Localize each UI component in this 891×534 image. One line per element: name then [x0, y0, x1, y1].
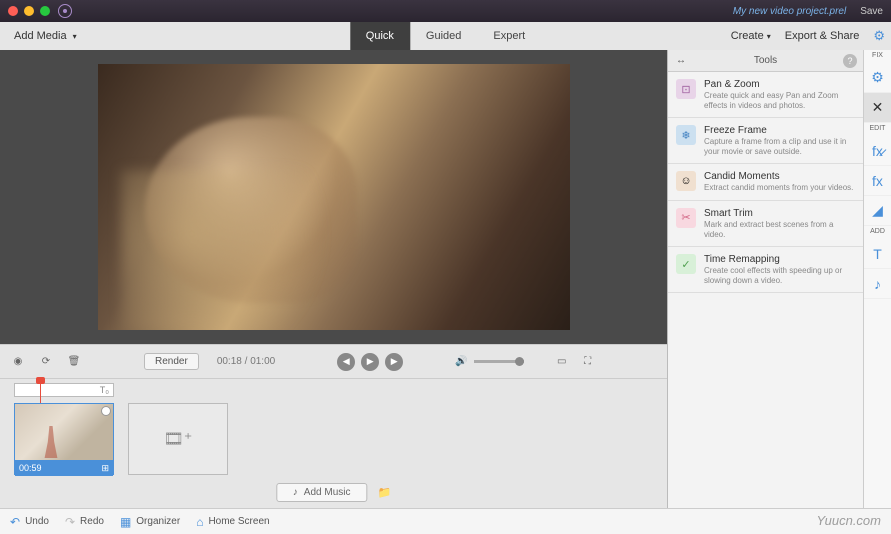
- rtab-tools-icon[interactable]: ✕: [864, 93, 891, 123]
- titlebar: My new video project.prel Save: [0, 0, 891, 22]
- undo-icon: ↶: [10, 515, 20, 529]
- camera-icon[interactable]: ◉: [10, 354, 26, 370]
- clip-duration: 00:59: [19, 463, 42, 473]
- panel-title: Tools: [754, 55, 777, 66]
- time-remapping-icon: ✓: [676, 254, 696, 274]
- home-label: Home Screen: [208, 516, 269, 527]
- timeline-clip[interactable]: 00:59 ⊞: [14, 403, 114, 475]
- transport-controls: ◀ ▶ ▶: [337, 353, 403, 371]
- tool-smart-trim[interactable]: ✂ Smart Trim Mark and extract best scene…: [668, 201, 863, 247]
- video-preview[interactable]: [98, 64, 570, 330]
- candid-moments-icon: ☺: [676, 171, 696, 191]
- export-share-button[interactable]: Export & Share: [785, 30, 860, 42]
- project-name[interactable]: My new video project.prel: [733, 6, 846, 17]
- collapse-panel-icon[interactable]: ↔: [676, 55, 686, 66]
- tab-guided[interactable]: Guided: [410, 22, 477, 50]
- volume-slider[interactable]: [474, 360, 524, 363]
- rtab-fx-icon[interactable]: fx: [864, 166, 891, 196]
- home-icon: ⌂: [196, 515, 203, 529]
- volume-control: 🔊: [455, 356, 523, 367]
- music-note-icon: ♪: [293, 487, 298, 498]
- create-button[interactable]: Create: [731, 30, 771, 42]
- organizer-label: Organizer: [136, 516, 180, 527]
- tab-quick[interactable]: Quick: [350, 22, 410, 50]
- clip-thumbnail: [15, 404, 113, 460]
- add-media-label: Add Media: [14, 30, 67, 42]
- trash-icon[interactable]: 🗑: [66, 354, 82, 370]
- create-label: Create: [731, 30, 764, 42]
- redo-icon: ↷: [65, 515, 75, 529]
- undo-button[interactable]: ↶ Undo: [10, 515, 49, 529]
- add-clip-placeholder[interactable]: 🎞⁺: [128, 403, 228, 475]
- bottombar: ↶ Undo ↷ Redo ▦ Organizer ⌂ Home Screen: [0, 508, 891, 534]
- help-icon[interactable]: ?: [843, 54, 857, 68]
- tool-name: Freeze Frame: [704, 125, 855, 136]
- pan-zoom-icon: ⊡: [676, 79, 696, 99]
- volume-icon[interactable]: 🔊: [455, 356, 467, 367]
- tool-name: Candid Moments: [704, 171, 855, 182]
- rtab-text-icon[interactable]: T: [864, 239, 891, 269]
- fullscreen-icon[interactable]: ⛶: [580, 354, 596, 370]
- tool-name: Smart Trim: [704, 208, 855, 219]
- rotate-icon[interactable]: ⟳: [38, 354, 54, 370]
- tool-time-remapping[interactable]: ✓ Time Remapping Create cool effects wit…: [668, 247, 863, 293]
- tool-candid-moments[interactable]: ☺ Candid Moments Extract candid moments …: [668, 164, 863, 201]
- total-time: 01:00: [250, 356, 275, 367]
- add-music-button[interactable]: ♪ Add Music: [276, 483, 368, 502]
- tool-desc: Capture a frame from a clip and use it i…: [704, 137, 855, 156]
- tool-pan-zoom[interactable]: ⊡ Pan & Zoom Create quick and easy Pan a…: [668, 72, 863, 118]
- add-media-button[interactable]: Add Media: [6, 30, 85, 42]
- tool-freeze-frame[interactable]: ❄ Freeze Frame Capture a frame from a cl…: [668, 118, 863, 164]
- play-button[interactable]: ▶: [361, 353, 379, 371]
- undo-label: Undo: [25, 516, 49, 527]
- window-controls: [8, 6, 50, 16]
- gear-icon[interactable]: ⚙: [873, 28, 885, 44]
- redo-label: Redo: [80, 516, 104, 527]
- organizer-button[interactable]: ▦ Organizer: [120, 515, 180, 529]
- tab-expert[interactable]: Expert: [477, 22, 541, 50]
- preview-area: [0, 50, 667, 344]
- rtab-music-icon[interactable]: ♪: [864, 269, 891, 299]
- organizer-icon: ▦: [120, 515, 131, 529]
- freeze-frame-icon: ❄: [676, 125, 696, 145]
- timeline: T₀ 00:59 ⊞ 🎞⁺ ♪ Add Mu: [0, 378, 667, 508]
- tool-name: Pan & Zoom: [704, 79, 855, 90]
- rtab-adjust-icon[interactable]: ⚙: [864, 63, 891, 93]
- add-music-label: Add Music: [304, 487, 351, 498]
- home-screen-button[interactable]: ⌂ Home Screen: [196, 515, 269, 529]
- render-button[interactable]: Render: [144, 353, 199, 370]
- clip-settings-icon[interactable]: ⊞: [101, 463, 109, 474]
- timecode: 00:18 / 01:00: [217, 356, 275, 367]
- tool-name: Time Remapping: [704, 254, 855, 265]
- rtab-effects-icon[interactable]: fx̷: [864, 136, 891, 166]
- current-time: 00:18: [217, 356, 242, 367]
- safe-margins-icon[interactable]: ▭: [554, 354, 570, 370]
- redo-button[interactable]: ↷ Redo: [65, 515, 104, 529]
- clip-toggle-icon[interactable]: [101, 406, 111, 416]
- topbar: Add Media Quick Guided Expert Create Exp…: [0, 22, 891, 50]
- tool-desc: Mark and extract best scenes from a vide…: [704, 220, 855, 239]
- rtab-add-label: ADD: [870, 226, 885, 239]
- close-icon[interactable]: [8, 6, 18, 16]
- smart-trim-icon: ✂: [676, 208, 696, 228]
- maximize-icon[interactable]: [40, 6, 50, 16]
- rtab-color-icon[interactable]: ◢: [864, 196, 891, 226]
- playback-bar: ◉ ⟳ 🗑 Render 00:18 / 01:00 ◀ ▶ ▶ 🔊 ▭ ⛶: [0, 344, 667, 378]
- app-logo-icon: [58, 4, 72, 18]
- tools-panel: ↔ Tools ? ⊡ Pan & Zoom Create quick and …: [667, 50, 863, 508]
- prev-button[interactable]: ◀: [337, 353, 355, 371]
- add-media-icon: 🎞⁺: [164, 429, 193, 449]
- rtab-fix-label: FIX: [872, 50, 883, 63]
- minimize-icon[interactable]: [24, 6, 34, 16]
- folder-icon[interactable]: 📁: [377, 486, 391, 499]
- tool-desc: Create quick and easy Pan and Zoom effec…: [704, 91, 855, 110]
- next-button[interactable]: ▶: [385, 353, 403, 371]
- tool-desc: Create cool effects with speeding up or …: [704, 266, 855, 285]
- mode-tabs: Quick Guided Expert: [350, 22, 541, 50]
- track-header[interactable]: T₀: [14, 383, 114, 397]
- tool-desc: Extract candid moments from your videos.: [704, 183, 855, 193]
- right-tab-rail: FIX ⚙ ✕ EDIT fx̷ fx ◢ ADD T ♪: [863, 50, 891, 508]
- save-button[interactable]: Save: [860, 6, 883, 17]
- rtab-edit-label: EDIT: [870, 123, 886, 136]
